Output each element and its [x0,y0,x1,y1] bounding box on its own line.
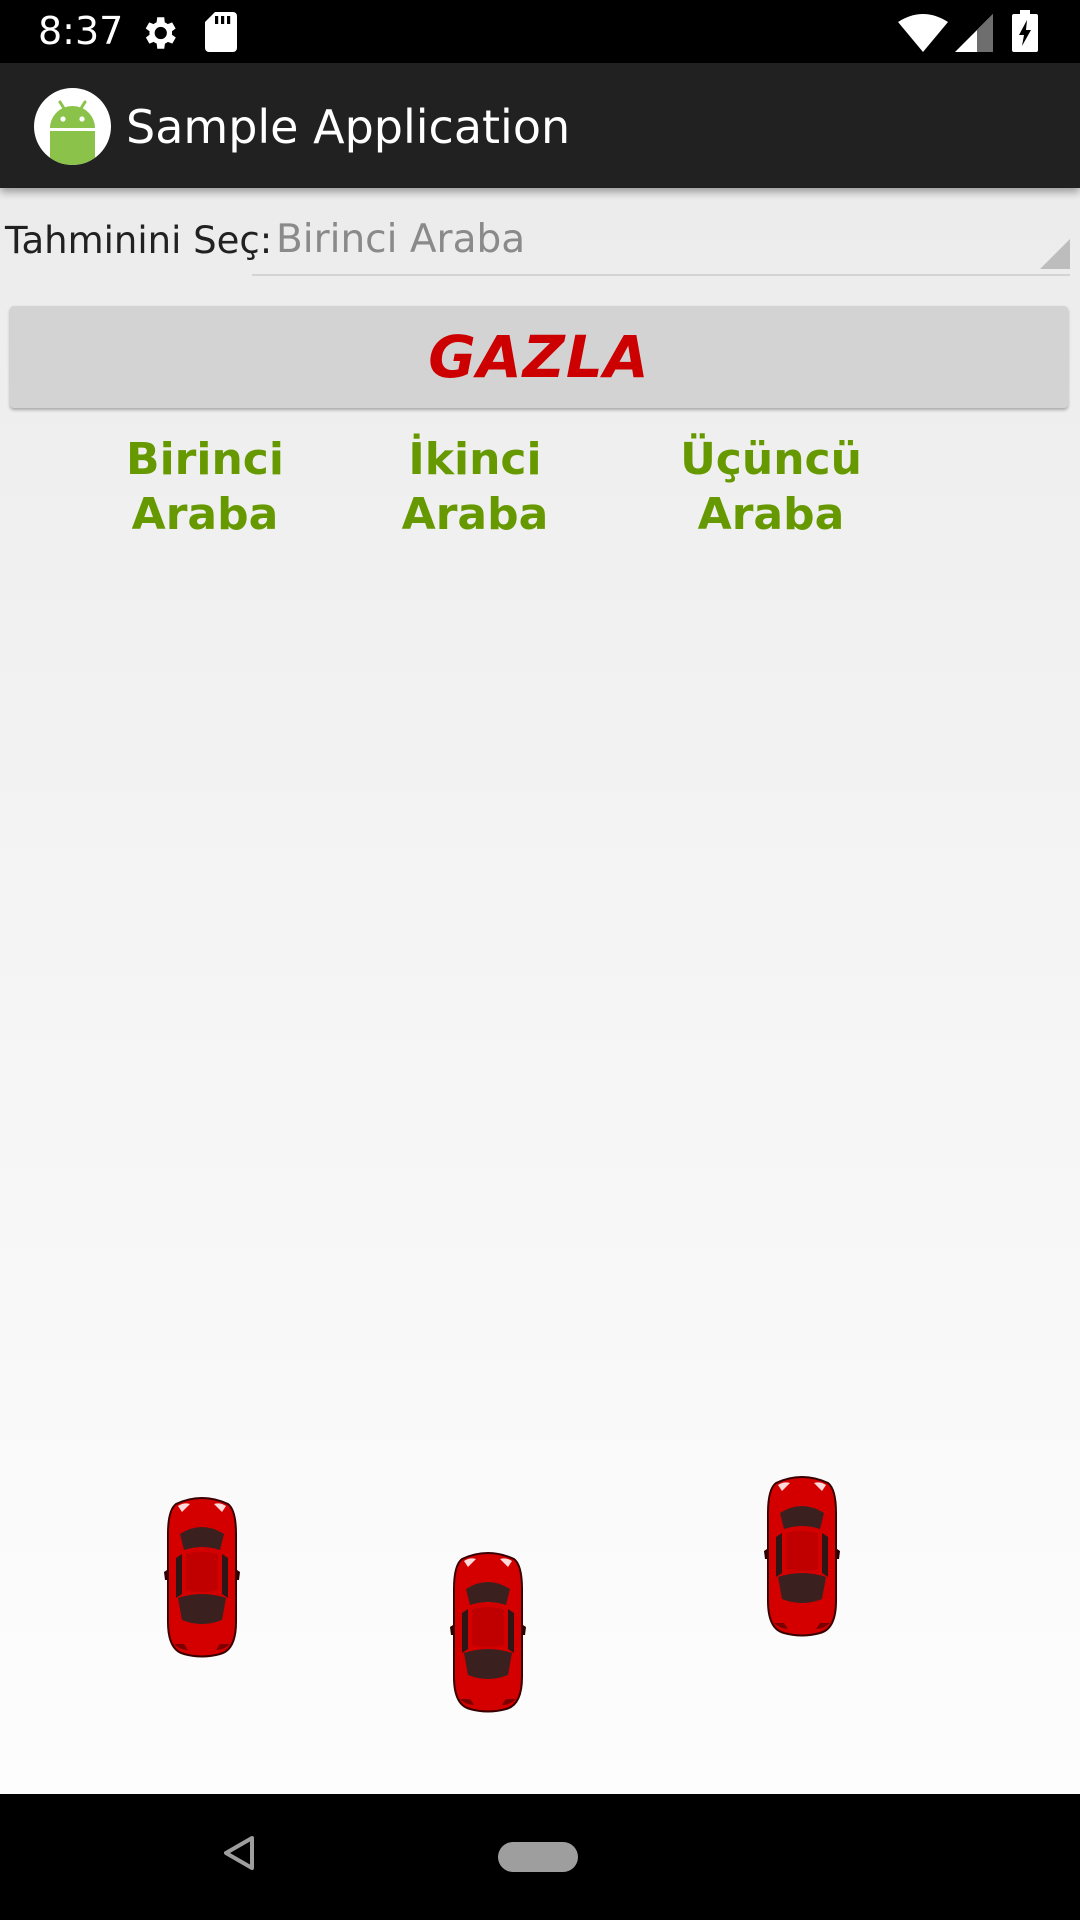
car-label-second: İkinci Araba [355,432,595,542]
red-car-icon [160,1494,244,1658]
car-label-line: Üçüncü [680,434,862,485]
car-label-first: Birinci Araba [85,432,325,542]
prediction-spinner[interactable]: Birinci Araba [252,208,1070,276]
app-bar: Sample Application [0,63,1080,188]
cell-signal-icon [955,14,993,57]
app-title: Sample Application [126,100,571,154]
prediction-label: Tahminini Seç: [5,219,273,262]
car-label-line: Araba [131,489,279,540]
car-label-line: Araba [401,489,549,540]
status-bar: 8:37 [0,0,1080,63]
wifi-icon [898,14,948,57]
gazla-button[interactable]: GAZLA [10,306,1068,408]
dropdown-arrow-icon [1040,239,1070,274]
battery-charging-icon [1012,10,1038,57]
red-car-icon [760,1473,844,1637]
back-icon[interactable] [222,1834,256,1877]
gazla-button-label: GAZLA [428,323,650,391]
android-logo-icon [34,88,111,165]
status-time: 8:37 [38,9,124,53]
red-car-icon [446,1549,530,1713]
car-label-third: Üçüncü Araba [651,432,891,542]
prediction-selected-value: Birinci Araba [276,217,526,262]
main-content: Tahminini Seç: Birinci Araba GAZLA Birin… [0,188,1080,1794]
car-label-line: Araba [697,489,845,540]
sd-card-icon [205,12,237,57]
gear-icon [138,12,180,59]
car-label-line: İkinci [408,434,542,485]
car-label-line: Birinci [126,434,284,485]
navigation-bar [0,1794,1080,1920]
home-pill-icon[interactable] [498,1842,578,1872]
